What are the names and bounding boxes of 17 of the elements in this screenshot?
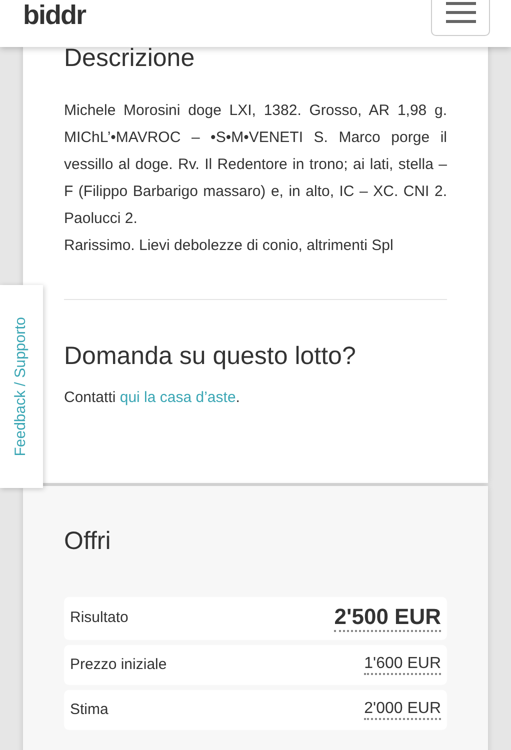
price-value: 2'500 EUR xyxy=(334,605,441,632)
price-value: 2'000 EUR xyxy=(364,700,441,720)
row-label: Prezzo iniziale xyxy=(70,654,167,675)
contact-text: Contatti qui la casa d’aste. xyxy=(64,388,241,408)
section-title: Domanda su questo lotto? xyxy=(64,341,357,371)
description-text: Michele Morosini doge LXI, 1382. Grosso, AR 1,98 g. MIChL’•MAVROC – •S•M•VENETI S. Marco porge il vessillo al doge. Rv. Il Redentore in trono; ai lati, stella – F (Filippo Barbarigo massaro) e, in alto, IC – XC. CNI 2. Paolucci 2. xyxy=(64,101,447,229)
row-label: Stima xyxy=(70,700,108,720)
row-label: Risultato xyxy=(70,608,128,628)
menu-icon xyxy=(446,2,476,24)
price-value: 1'600 EUR xyxy=(364,655,441,675)
description-text: Rarissimo. Lievi debolezze di conio, altrimenti Spl xyxy=(64,236,394,256)
logo[interactable]: biddr xyxy=(23,2,86,29)
auction-house-link[interactable]: qui la casa d’aste xyxy=(120,389,236,406)
section-title: Descrizione xyxy=(64,43,196,74)
menu-button[interactable] xyxy=(431,0,490,36)
section-title: Offri xyxy=(64,526,112,556)
feedback-tab[interactable]: Feedback / Supporto xyxy=(0,285,43,488)
